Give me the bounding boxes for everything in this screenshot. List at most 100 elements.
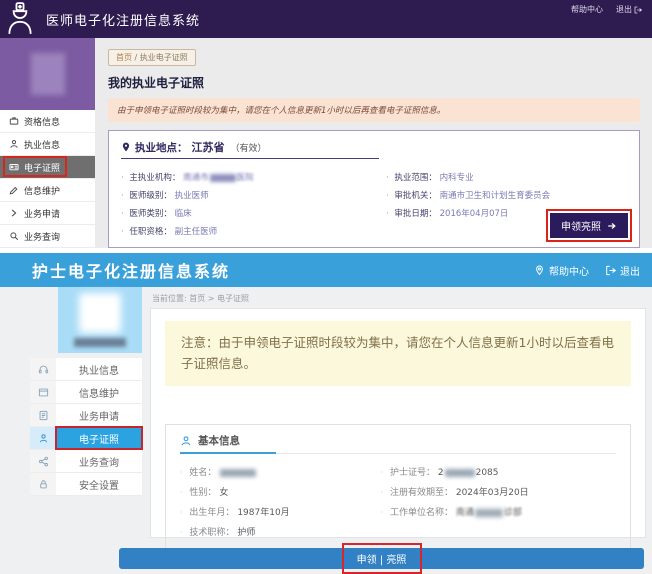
nurse-header: 护士电子化注册信息系统 帮助中心 退出 — [0, 253, 652, 287]
doctor-help-label: 帮助中心 — [571, 4, 603, 15]
arrow-right-icon — [607, 221, 617, 231]
id-card-icon — [9, 162, 19, 172]
doctor-help-link[interactable]: 帮助中心 — [571, 4, 603, 15]
field-label: 医师类别： — [129, 209, 172, 219]
field-value: 副主任医师 — [175, 227, 218, 237]
bullet: · — [180, 468, 183, 477]
field-label: 姓名： — [189, 468, 216, 478]
id-badge-icon — [30, 427, 56, 449]
breadcrumb-home-link[interactable]: 首页 — [116, 53, 132, 62]
briefcase-icon — [9, 116, 19, 126]
breadcrumb: 首页 / 执业电子证照 — [108, 49, 196, 66]
sidebar-item-business-application[interactable]: 业务申请 — [0, 202, 95, 225]
nurse-body: 执业信息 信息维护 业务申请 电子证照 — [0, 287, 652, 574]
field-technical-title: · 技术职称： 护师 — [180, 525, 381, 538]
sidebar-item-business-application[interactable]: 业务申请 — [30, 404, 142, 427]
nurse-name-blurred — [74, 338, 126, 347]
license-card: 执业地点： 江苏省 （有效） · 主执业机构： 南通市医院 — [108, 130, 640, 248]
field-value-blurred: 南通市医院 — [183, 173, 254, 183]
basic-info-fields: · 姓名： · 性别： 女 · — [180, 458, 616, 545]
doctor-avatar-photo — [31, 53, 65, 95]
nurse-avatar-photo — [79, 293, 121, 333]
license-fields-left: · 主执业机构： 南通市医院 · 医师级别： 执业医师 — [121, 165, 386, 243]
sidebar-item-label: 安全设置 — [56, 473, 142, 495]
field-label: 出生年月： — [189, 508, 234, 518]
field-qualification: · 任职资格： 副主任医师 — [121, 225, 386, 237]
red-annotation-box: 申领亮照 — [546, 209, 632, 242]
value-prefix: 2 — [438, 468, 444, 478]
sidebar-item-business-query[interactable]: 业务查询 — [0, 225, 95, 248]
sidebar-item-electronic-certificate[interactable]: 电子证照 — [30, 427, 142, 450]
sidebar-item-label: 资格信息 — [24, 115, 60, 128]
field-value: 执业医师 — [175, 191, 209, 201]
doctor-avatar-panel — [0, 38, 95, 110]
apply-certificate-button[interactable]: 申领亮照 — [550, 213, 628, 238]
apply-certificate-label: 申领亮照 — [561, 218, 601, 233]
basic-info-card: 基本信息 · 姓名： · 性别： — [165, 424, 631, 554]
breadcrumb: 当前位置: 首页 > 电子证照 — [152, 293, 646, 304]
sidebar-item-label: 电子证照 — [56, 427, 142, 449]
bullet: · — [386, 191, 389, 201]
bullet: · — [381, 488, 384, 497]
value-prefix: 南通 — [456, 508, 474, 518]
logout-icon — [634, 6, 642, 14]
field-label: 工作单位名称： — [390, 508, 453, 518]
sidebar-item-business-query[interactable]: 业务查询 — [30, 450, 142, 473]
nurse-help-link[interactable]: 帮助中心 — [534, 263, 589, 278]
bullet: · — [386, 173, 389, 183]
field-value: 1987年10月 — [237, 508, 289, 518]
blurred-text-block — [210, 174, 236, 182]
nurse-system-section: 护士电子化注册信息系统 帮助中心 退出 — [0, 253, 652, 574]
apply-display-certificate-button[interactable]: 申领 | 亮照 — [119, 548, 644, 569]
sidebar-item-qualification-info[interactable]: 资格信息 — [0, 110, 95, 133]
nurse-system-title: 护士电子化注册信息系统 — [32, 258, 230, 282]
doctor-system-title: 医师电子化注册信息系统 — [46, 10, 200, 29]
nurse-content-panel: 注意：由于申领电子证照时段较为集中，请您在个人信息更新1小时以后查看电子证照信息… — [150, 308, 646, 538]
doctor-logout-link[interactable]: 退出 — [616, 4, 642, 15]
field-label: 执业范围： — [394, 173, 437, 183]
practice-location-status: （有效） — [231, 141, 267, 154]
doctor-logout-label: 退出 — [616, 4, 632, 15]
help-pin-icon — [534, 265, 545, 276]
field-label: 技术职称： — [189, 528, 234, 538]
bullet: · — [121, 227, 124, 237]
doctor-menu: 资格信息 执业信息 电子证照 信息维护 — [0, 110, 95, 248]
bullet: · — [180, 528, 183, 537]
sidebar-item-label: 信息维护 — [24, 184, 60, 197]
sidebar-item-label: 业务查询 — [24, 230, 60, 243]
basic-info-title: 基本信息 — [198, 433, 240, 448]
browser-edit-icon — [30, 381, 56, 403]
doctor-sidebar: 资格信息 执业信息 电子证照 信息维护 — [0, 38, 95, 248]
sidebar-item-practice-info[interactable]: 执业信息 — [30, 358, 142, 381]
pencil-icon — [9, 185, 19, 195]
sidebar-item-label: 信息维护 — [56, 381, 142, 403]
sidebar-item-security-settings[interactable]: 安全设置 — [30, 473, 142, 496]
person-icon — [9, 139, 19, 149]
field-registration-valid-until: · 注册有效期至： 2024年03月20日 — [381, 485, 616, 498]
apply-display-label: 申领 | 亮照 — [357, 551, 407, 566]
sidebar-item-info-maintenance[interactable]: 信息维护 — [30, 381, 142, 404]
field-approval-authority: · 审批机关： 南通市卫生和计划生育委员会 — [386, 189, 627, 201]
blurred-text-block — [220, 469, 256, 477]
field-work-unit: · 工作单位名称： 南通诊部 — [381, 505, 616, 518]
doctor-main-content: 首页 / 执业电子证照 我的执业电子证照 由于申领电子证照时段较为集中，请您在个… — [95, 38, 652, 248]
practice-location-label: 执业地点： — [135, 140, 188, 155]
field-label: 主执业机构： — [129, 173, 180, 183]
field-label: 审批日期： — [394, 209, 437, 219]
field-physician-level: · 医师级别： 执业医师 — [121, 189, 386, 201]
sidebar-item-practice-info[interactable]: 执业信息 — [0, 133, 95, 156]
doctor-header: 医师电子化注册信息系统 帮助中心 退出 — [0, 0, 652, 38]
breadcrumb-current: 执业电子证照 — [140, 53, 188, 62]
nurse-header-links: 帮助中心 退出 — [534, 263, 640, 278]
nurse-notice-banner: 注意：由于申领电子证照时段较为集中，请您在个人信息更新1小时以后查看电子证照信息… — [165, 321, 631, 386]
field-value: 临床 — [175, 209, 192, 219]
nurse-logout-link[interactable]: 退出 — [605, 263, 640, 278]
nurse-help-label: 帮助中心 — [549, 263, 589, 278]
sidebar-item-label: 业务申请 — [24, 207, 60, 220]
sidebar-item-electronic-certificate[interactable]: 电子证照 — [0, 156, 95, 179]
bullet: · — [381, 468, 384, 477]
bullet: · — [386, 209, 389, 219]
field-label: 医师级别： — [129, 191, 172, 201]
sidebar-item-info-maintenance[interactable]: 信息维护 — [0, 179, 95, 202]
field-label: 审批机关： — [394, 191, 437, 201]
